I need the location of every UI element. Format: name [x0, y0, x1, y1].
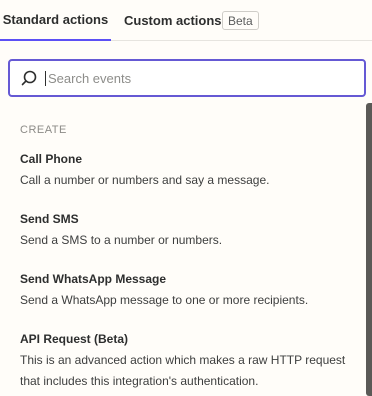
item-title: Send WhatsApp Message [20, 272, 167, 286]
tab-custom-actions[interactable]: Custom actions [124, 0, 222, 41]
action-tabs: Standard actions Custom actions Beta [0, 0, 372, 41]
item-description: Call a number or numbers and say a messa… [20, 173, 270, 187]
beta-badge: Beta [222, 11, 259, 30]
item-title: Call Phone [20, 152, 83, 166]
section-label-create: CREATE [20, 124, 67, 136]
list-item-send-whatsapp[interactable]: Send WhatsApp Message Send a WhatsApp me… [20, 271, 360, 311]
item-title: Send SMS [20, 212, 79, 226]
item-description: Send a SMS to a number or numbers. [20, 233, 223, 247]
item-description: Send a WhatsApp message to one or more r… [20, 293, 309, 307]
item-description: This is an advanced action which makes a… [20, 353, 346, 388]
search-box[interactable] [8, 59, 366, 97]
list-item-call-phone[interactable]: Call Phone Call a number or numbers and … [20, 151, 360, 191]
scrollbar[interactable] [366, 103, 372, 396]
search-icon [20, 69, 38, 87]
search-input[interactable] [45, 70, 348, 86]
list-item-send-sms[interactable]: Send SMS Send a SMS to a number or numbe… [20, 211, 360, 251]
list-item-api-request[interactable]: API Request (Beta) This is an advanced a… [20, 331, 360, 392]
tab-standard-actions[interactable]: Standard actions [0, 0, 111, 41]
item-title: API Request (Beta) [20, 332, 129, 346]
